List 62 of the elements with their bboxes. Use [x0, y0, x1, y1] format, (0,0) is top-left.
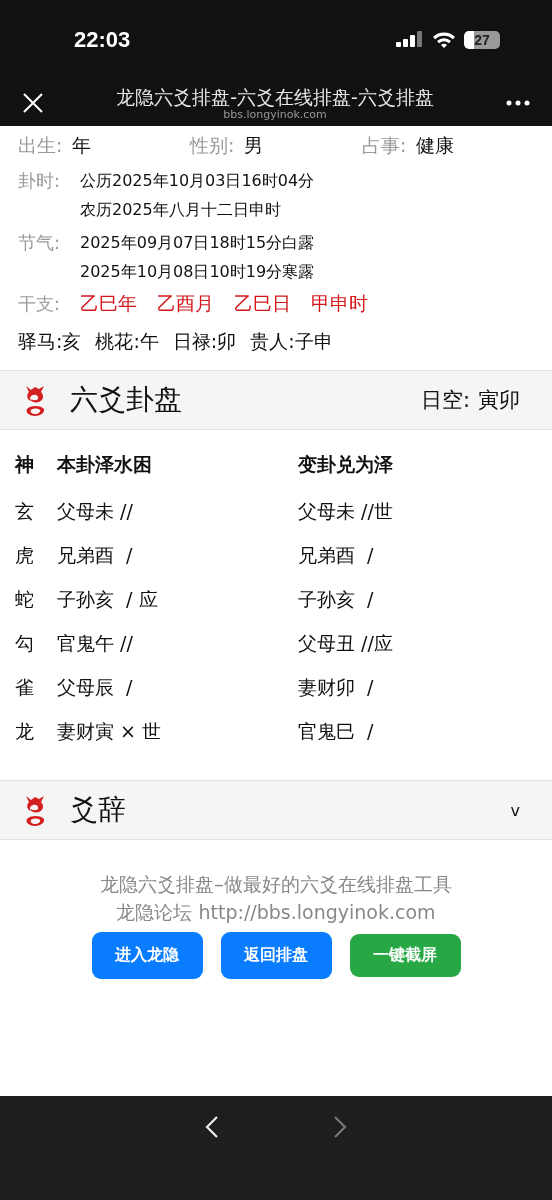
date-text: 2025年10月08日10时19分寒露 — [80, 261, 315, 283]
spirit-cell-text: 玄 — [15, 499, 35, 524]
line-cell-text: 子孙亥 / 应 — [57, 587, 159, 612]
back-icon[interactable] — [205, 1116, 219, 1138]
field-label: 出生: — [18, 133, 63, 158]
more-icon[interactable] — [506, 100, 530, 106]
column-header: 本卦泽水困 — [57, 452, 153, 477]
footer-text: 龙隐论坛 http://bbs.longyinok.com — [116, 900, 436, 925]
field-label: 性别: — [190, 133, 235, 158]
signal-icon — [396, 30, 424, 50]
field-value: 健康 — [416, 133, 455, 158]
ganzhi-text: 乙酉月 — [157, 291, 214, 316]
date-text: 公历2025年10月03日16时04分 — [80, 170, 315, 192]
collapsible-header[interactable]: 爻辞 v — [0, 780, 552, 840]
field-label: 节气: — [18, 231, 62, 255]
spirit-cell-text: 蛇 — [15, 587, 35, 612]
date-text: 农历2025年八月十二日申时 — [80, 199, 282, 221]
shensha-text: 日禄:卯 — [172, 329, 237, 354]
wifi-icon — [432, 31, 456, 49]
line-cell-text: 妻财卯 / — [298, 675, 375, 700]
footer-text: 龙隐六爻排盘–做最好的六爻在线排盘工具 — [100, 872, 452, 897]
spirit-cell-text: 雀 — [15, 675, 35, 700]
line-cell-text: 子孙亥 / — [298, 587, 375, 612]
line-cell-text: 兄弟酉 / — [57, 543, 134, 568]
line-cell-text: 兄弟酉 / — [298, 543, 375, 568]
shensha-text: 驿马:亥 — [18, 329, 82, 354]
line-cell-text: 父母辰 / — [57, 675, 134, 700]
line-cell-text: 父母未 //世 — [298, 499, 394, 524]
shensha-text: 桃花:午 — [95, 329, 159, 354]
battery-icon: 27 — [464, 31, 500, 49]
page-title: 龙隐六爻排盘-六爻在线排盘-六爻排盘 — [116, 85, 434, 108]
action-button[interactable]: 返回排盘 — [220, 932, 332, 979]
field-label: 占事: — [362, 133, 407, 158]
ganzhi-text: 甲申时 — [311, 291, 368, 316]
ganzhi-text: 乙巳日 — [234, 291, 291, 316]
column-header: 变卦兑为泽 — [298, 452, 394, 477]
close-icon[interactable] — [22, 92, 44, 114]
shensha-text: 贵人:子申 — [250, 329, 333, 354]
date-text: 2025年09月07日18时15分白露 — [80, 232, 315, 254]
field-value: 年 — [72, 133, 92, 158]
line-cell-text: 父母丑 //应 — [298, 631, 394, 656]
line-cell-text: 官鬼巳 / — [298, 719, 375, 744]
section-title: 爻辞 — [70, 792, 127, 828]
void-value: 寅卯 — [478, 387, 520, 414]
status-time: 22:03 — [74, 27, 131, 53]
void-label: 日空: — [420, 387, 470, 414]
page-url: bbs.longyinok.com — [223, 107, 327, 121]
field-label: 卦时: — [18, 169, 62, 193]
field-label: 干支: — [18, 292, 62, 316]
section-title: 六爻卦盘 — [70, 382, 183, 418]
field-value: 男 — [244, 133, 264, 158]
line-cell-text: 父母未 // — [57, 499, 134, 524]
spirit-cell-text: 龙 — [15, 719, 35, 744]
expand-toggle[interactable]: v — [510, 800, 520, 820]
line-cell-text: 妻财寅 × 世 — [57, 719, 162, 744]
action-button[interactable]: 一键截屏 — [349, 934, 461, 977]
column-header: 神 — [15, 452, 35, 477]
spirit-cell-text: 勾 — [15, 631, 35, 656]
action-button[interactable]: 进入龙隐 — [91, 932, 203, 979]
ganzhi-text: 乙巳年 — [80, 291, 137, 316]
line-cell-text: 官鬼午 // — [57, 631, 134, 656]
spirit-cell-text: 虎 — [15, 543, 35, 568]
